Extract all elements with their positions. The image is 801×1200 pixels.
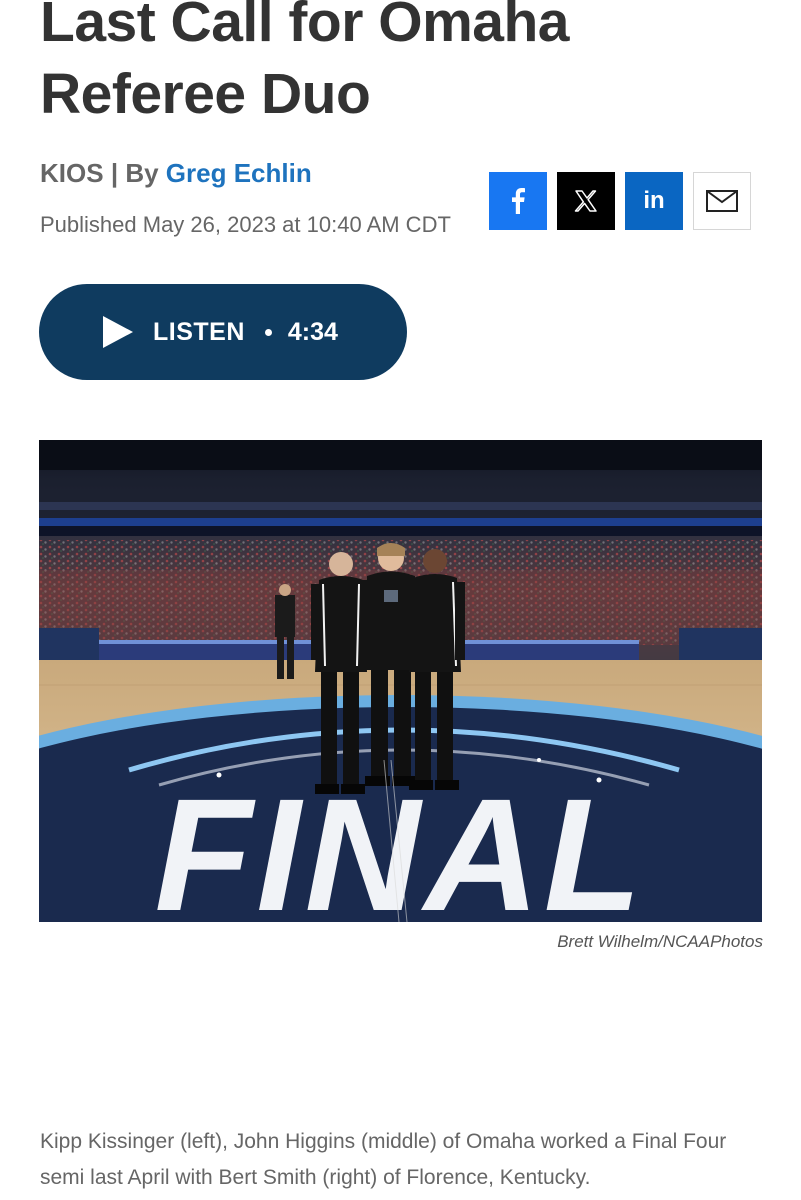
share-email-button[interactable] — [693, 172, 751, 230]
by-prefix: By — [125, 158, 159, 188]
photo-credit: Brett Wilhelm/NCAAPhotos — [557, 932, 763, 951]
listen-label: LISTEN — [153, 317, 245, 346]
court-logo-text: FINAL — [154, 765, 645, 922]
article-headline: Last Call for Omaha Referee Duo — [40, 0, 569, 126]
play-icon — [103, 316, 133, 348]
photo-image: FINAL — [39, 440, 762, 922]
listen-duration: 4:34 — [287, 317, 338, 346]
share-linkedin-button[interactable]: in — [625, 172, 683, 230]
share-bar: in — [489, 172, 751, 230]
byline-separator: | — [110, 158, 126, 188]
listen-button[interactable]: LISTEN 4:34 — [39, 284, 407, 380]
facebook-icon — [512, 188, 525, 214]
author-link[interactable]: Greg Echlin — [166, 158, 312, 188]
article-page: Last Call for Omaha Referee Duo KIOS | B… — [0, 0, 801, 1200]
byline: KIOS | By Greg Echlin — [40, 156, 312, 190]
share-facebook-button[interactable] — [489, 172, 547, 230]
x-icon — [574, 190, 597, 212]
photo-caption: Kipp Kissinger (left), John Higgins (mid… — [40, 1130, 727, 1189]
published-date: Published May 26, 2023 at 10:40 AM CDT — [40, 212, 451, 237]
listen-separator-dot — [264, 328, 272, 336]
article-photo[interactable]: FINAL — [39, 440, 762, 922]
source-label: KIOS — [40, 158, 104, 188]
email-icon — [706, 190, 738, 212]
share-x-button[interactable] — [557, 172, 615, 230]
linkedin-icon: in — [643, 187, 665, 214]
